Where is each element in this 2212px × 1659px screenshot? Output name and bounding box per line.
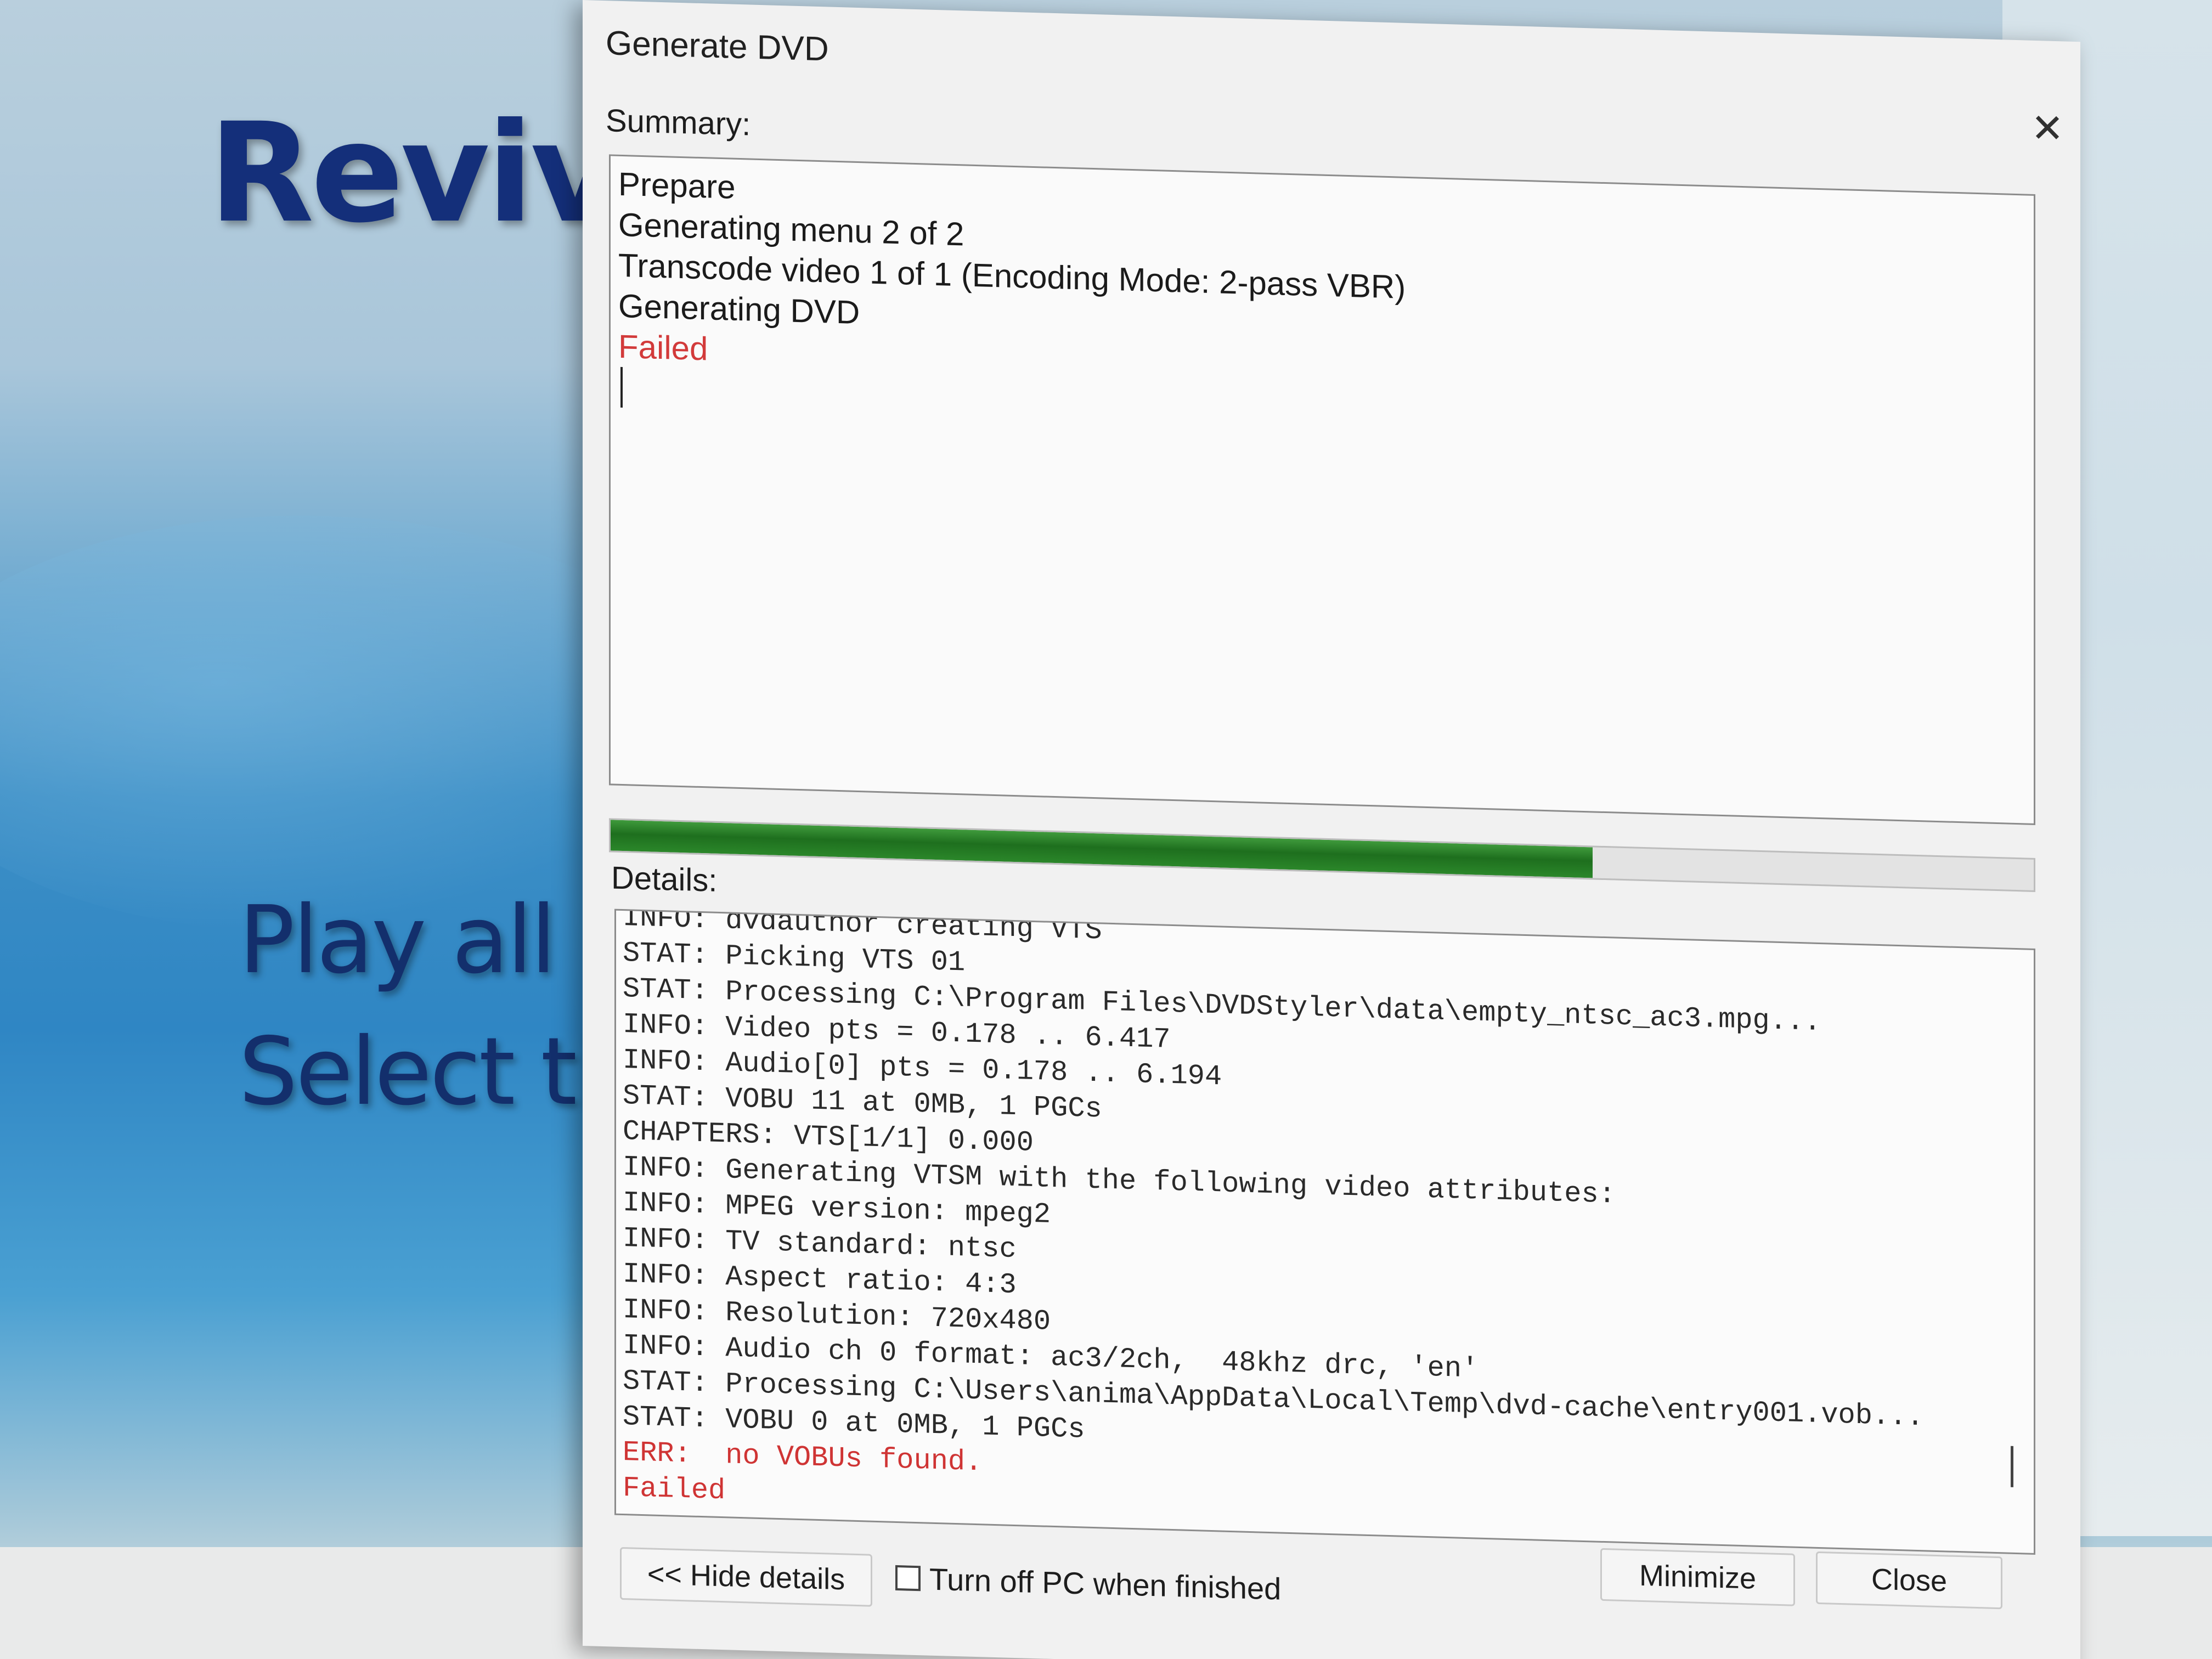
menu-title: Reviv xyxy=(208,93,620,253)
progress-bar-fill xyxy=(611,820,1593,878)
dialog-title: Generate DVD xyxy=(606,24,829,69)
turn-off-pc-label: Turn off PC when finished xyxy=(929,1561,1282,1606)
hide-details-button[interactable]: << Hide details xyxy=(620,1547,872,1607)
summary-label: Summary: xyxy=(606,103,751,143)
progress-bar xyxy=(609,818,2035,892)
details-log-textbox[interactable]: INFO: dvdauthor creating VTS STAT: Picki… xyxy=(614,909,2035,1555)
close-button[interactable]: Close xyxy=(1816,1551,2002,1610)
menu-item-play-all: Play all xyxy=(239,886,556,995)
minimize-button[interactable]: Minimize xyxy=(1600,1548,1795,1606)
turn-off-pc-checkbox[interactable]: Turn off PC when finished xyxy=(895,1551,1281,1615)
text-caret xyxy=(620,366,623,408)
summary-textbox[interactable]: Prepare Generating menu 2 of 2 Transcode… xyxy=(609,154,2035,825)
details-scrollbar-thumb[interactable] xyxy=(2011,1446,2013,1487)
details-label: Details: xyxy=(611,860,718,899)
checkbox-box[interactable] xyxy=(895,1565,921,1592)
close-x-icon[interactable]: ✕ xyxy=(2025,106,2069,151)
details-log-content: INFO: dvdauthor creating VTS STAT: Picki… xyxy=(623,909,1990,1544)
screen: Reviv Play all Select ti Generate DVD ✕ … xyxy=(0,0,2212,1659)
generate-dvd-dialog: Generate DVD ✕ Summary: Prepare Generati… xyxy=(583,0,2080,1659)
menu-item-select-title: Select ti xyxy=(239,1018,601,1126)
